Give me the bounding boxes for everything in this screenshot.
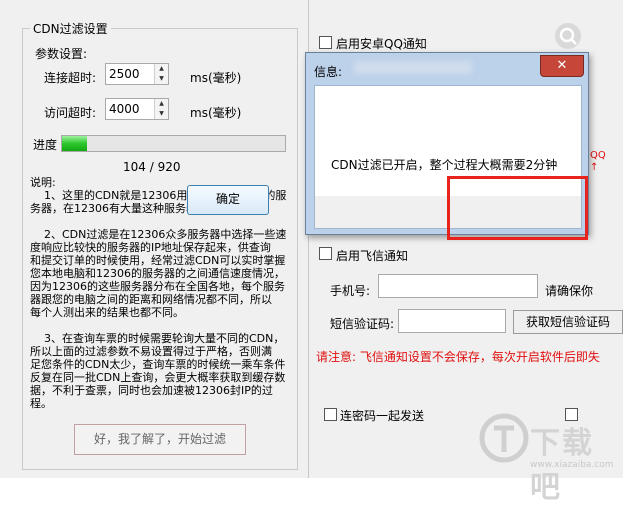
phone-label: 手机号: bbox=[330, 284, 371, 298]
dialog-title: 信息: bbox=[314, 65, 343, 79]
connect-timeout-spinbox[interactable]: 2500 ▲ ▼ bbox=[105, 63, 169, 85]
cdn-filter-group-title: CDN过滤设置 bbox=[30, 20, 111, 37]
access-timeout-spinbox[interactable]: 4000 ▲ ▼ bbox=[105, 98, 169, 120]
cropped-red-text: QQ ↑ bbox=[590, 150, 606, 173]
access-timeout-unit: ms(毫秒) bbox=[190, 106, 242, 120]
connect-timeout-value: 2500 bbox=[109, 67, 140, 81]
xiazaiba-watermark: 下载吧 www.xiazaiba.com bbox=[472, 408, 622, 505]
sms-code-label: 短信验证码: bbox=[330, 317, 395, 331]
send-with-password-label: 连密码一起发送 bbox=[340, 409, 425, 423]
send-with-password-checkbox[interactable] bbox=[324, 408, 337, 421]
connect-timeout-unit: ms(毫秒) bbox=[190, 71, 242, 85]
connect-timeout-label: 连接超时: bbox=[44, 71, 97, 85]
cdn-progress-bar bbox=[61, 135, 286, 152]
dialog-ok-button[interactable]: 确定 bbox=[187, 185, 269, 215]
android-qq-label: 启用安卓QQ通知 bbox=[336, 37, 427, 51]
phone-input[interactable] bbox=[378, 274, 538, 298]
access-timeout-label: 访问超时: bbox=[44, 106, 97, 120]
highlight-frame bbox=[447, 176, 588, 240]
fetion-warning-text: 请注意: 飞信通知设置不会保存，每次开启软件后即失 bbox=[316, 350, 600, 364]
fetion-checkbox[interactable] bbox=[319, 247, 332, 260]
search-icon bbox=[555, 23, 581, 49]
fetion-label: 启用飞信通知 bbox=[336, 249, 409, 263]
sms-code-input[interactable] bbox=[398, 309, 506, 333]
params-label: 参数设置: bbox=[35, 47, 88, 61]
progress-count: 104 / 920 bbox=[123, 160, 181, 174]
access-timeout-value: 4000 bbox=[109, 102, 140, 116]
get-sms-code-button[interactable]: 获取短信验证码 bbox=[513, 310, 623, 334]
dialog-close-button[interactable]: ✕ bbox=[540, 55, 584, 77]
spin-down-icon[interactable]: ▼ bbox=[154, 109, 168, 119]
android-qq-checkbox[interactable] bbox=[319, 36, 332, 49]
spin-down-icon[interactable]: ▼ bbox=[154, 74, 168, 84]
confirm-hint: 请确保你 bbox=[545, 284, 594, 298]
cdn-progress-fill bbox=[62, 136, 87, 151]
watermark-url: www.xiazaiba.com bbox=[530, 460, 614, 470]
dialog-message: CDN过滤已开启，整个过程大概需要2分钟 bbox=[331, 158, 558, 172]
progress-label: 进度 bbox=[33, 138, 58, 152]
start-filter-button[interactable]: 好，我了解了，开始过滤 bbox=[74, 424, 246, 455]
dialog-title-blurred-area bbox=[354, 61, 472, 74]
close-icon: ✕ bbox=[556, 58, 568, 73]
